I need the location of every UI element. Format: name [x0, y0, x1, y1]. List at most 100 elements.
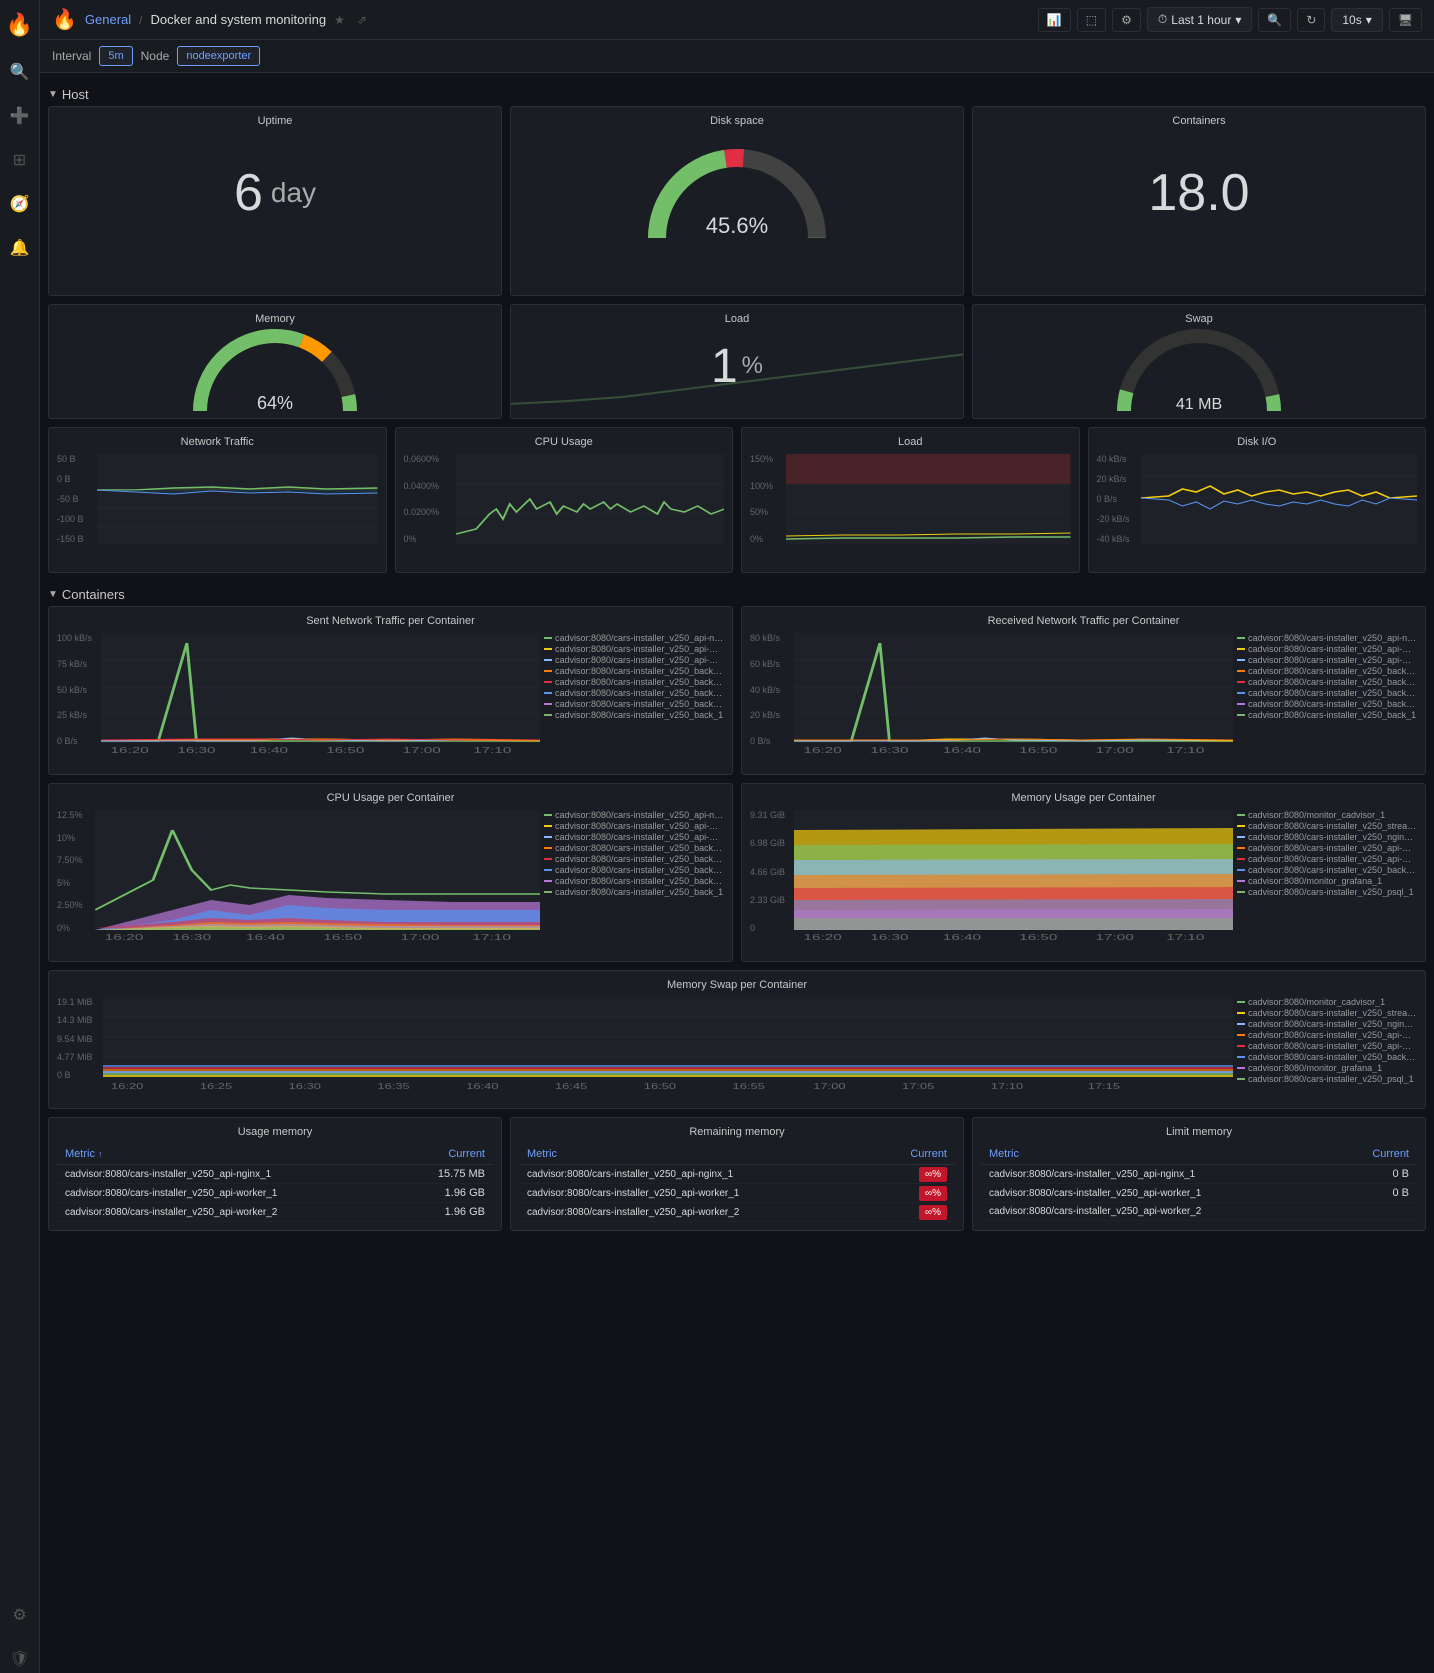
- disk-gauge: 45.6%: [519, 133, 955, 253]
- network-traffic-panel: Network Traffic 50 B 0 B -50 B -100 B -1…: [48, 427, 387, 573]
- remaining-memory-table: Metric Current cadvisor:8080/cars-instal…: [519, 1144, 955, 1222]
- legend-item: cadvisor:8080/cars-installer_v250_back-h…: [1237, 688, 1417, 698]
- memory-swap-chart: 19.1 MiB 14.3 MiB 9.54 MiB 4.77 MiB 0 B: [57, 997, 1417, 1100]
- legend-item: cadvisor:8080/cars-installer_v250_api-wo…: [544, 655, 724, 665]
- received-network-legend: cadvisor:8080/cars-installer_v250_api-ng…: [1237, 633, 1417, 766]
- charts-row: Network Traffic 50 B 0 B -50 B -100 B -1…: [48, 427, 1426, 573]
- node-btn[interactable]: nodeexporter: [177, 46, 260, 66]
- load-chart-svg: [786, 454, 1071, 544]
- refresh-interval[interactable]: 10s ▾: [1331, 8, 1382, 32]
- svg-text:17:00: 17:00: [403, 746, 441, 755]
- metric-cell: cadvisor:8080/cars-installer_v250_api-wo…: [981, 1203, 1335, 1221]
- usage-memory-label: Usage memory: [57, 1126, 493, 1138]
- svg-text:17:10: 17:10: [472, 933, 511, 942]
- share-icon[interactable]: ⇗: [357, 13, 367, 27]
- current-cell: 15.75 MB: [399, 1165, 493, 1184]
- tables-row: Usage memory Metric ↑ Current cadvisor:8…: [48, 1117, 1426, 1231]
- usage-memory-table: Metric ↑ Current cadvisor:8080/cars-inst…: [57, 1144, 493, 1222]
- svg-text:16:40: 16:40: [943, 933, 981, 942]
- legend-item: cadvisor:8080/cars-installer_v250_psql_1: [1237, 1074, 1417, 1084]
- current-cell: ∞%: [873, 1184, 955, 1203]
- svg-text:16:35: 16:35: [377, 1082, 409, 1091]
- table-row: cadvisor:8080/cars-installer_v250_api-wo…: [519, 1184, 955, 1203]
- zoom-out-btn[interactable]: 🔍: [1258, 8, 1291, 32]
- remaining-current-header: Current: [873, 1144, 955, 1165]
- svg-text:17:10: 17:10: [1166, 933, 1204, 942]
- disk-io-panel: Disk I/O 40 kB/s 20 kB/s 0 B/s -20 kB/s …: [1088, 427, 1427, 573]
- bell-icon[interactable]: 🔔: [6, 234, 34, 262]
- legend-item: cadvisor:8080/cars-installer_v250_back-d…: [544, 677, 724, 687]
- network-chart: [97, 454, 378, 544]
- svg-text:17:10: 17:10: [1166, 746, 1204, 755]
- refresh-btn[interactable]: ↻: [1297, 8, 1325, 32]
- topbar-logo: 🔥: [52, 7, 77, 32]
- svg-text:17:05: 17:05: [902, 1082, 934, 1091]
- gear-icon[interactable]: ⚙: [8, 1601, 30, 1629]
- legend-item: cadvisor:8080/cars-installer_v250_stream…: [1237, 1008, 1417, 1018]
- interval-btn[interactable]: 5m: [99, 46, 132, 66]
- legend-item: cadvisor:8080/cars-installer_v250_back-h…: [544, 865, 724, 875]
- table-row: cadvisor:8080/cars-installer_v250_api-ng…: [981, 1165, 1417, 1184]
- legend-item: cadvisor:8080/monitor_cadvisor_1: [1237, 810, 1417, 820]
- limit-metric-header: Metric: [981, 1144, 1335, 1165]
- time-range-picker[interactable]: ⏱ Last 1 hour ▾: [1147, 7, 1252, 32]
- legend-item: cadvisor:8080/cars-installer_v250_stream…: [1237, 821, 1417, 831]
- containers-count-panel: Containers 18.0: [972, 106, 1426, 296]
- usage-memory-table-panel: Usage memory Metric ↑ Current cadvisor:8…: [48, 1117, 502, 1231]
- compass-icon[interactable]: 🧭: [6, 190, 34, 218]
- load-chart-title: Load: [750, 436, 1071, 448]
- legend-item: cadvisor:8080/cars-installer_v250_back-a…: [544, 666, 724, 676]
- legend-item: cadvisor:8080/cars-installer_v250_api-wo…: [1237, 843, 1417, 853]
- svg-text:16:40: 16:40: [250, 746, 288, 755]
- limit-memory-table-panel: Limit memory Metric Current cadvisor:808…: [972, 1117, 1426, 1231]
- memory-per-container-legend: cadvisor:8080/monitor_cadvisor_1cadvisor…: [1237, 810, 1417, 953]
- table-icon-btn[interactable]: ⬚: [1077, 8, 1106, 32]
- breadcrumb-general[interactable]: General: [85, 12, 131, 27]
- current-cell: ∞%: [873, 1165, 955, 1184]
- host-section-title: Host: [62, 87, 89, 102]
- search-icon[interactable]: 🔍: [6, 58, 34, 86]
- settings-icon-btn[interactable]: ⚙: [1112, 8, 1141, 32]
- sent-network-chart-area: 100 kB/s 75 kB/s 50 kB/s 25 kB/s 0 B/s: [57, 633, 724, 766]
- svg-text:17:00: 17:00: [1096, 746, 1134, 755]
- current-cell: [1335, 1203, 1417, 1221]
- host-collapse-arrow[interactable]: ▼: [48, 89, 58, 100]
- disk-gauge-svg: 45.6%: [637, 128, 837, 258]
- metric-cell: cadvisor:8080/cars-installer_v250_api-wo…: [519, 1184, 873, 1203]
- current-cell: 1.96 GB: [399, 1203, 493, 1222]
- grid-icon[interactable]: ⊞: [9, 146, 30, 174]
- swap-gauge-svg: 41 MB: [1109, 321, 1289, 421]
- star-icon[interactable]: ★: [334, 13, 345, 27]
- cpu-per-container-svg: 16:20 16:30 16:40 16:50 17:00 17:10: [95, 810, 540, 950]
- toolbar: Interval 5m Node nodeexporter: [40, 40, 1434, 73]
- cpu-memory-row: CPU Usage per Container 12.5% 10% 7.50% …: [48, 783, 1426, 962]
- host-row-1: Uptime 6 day Disk space: [48, 106, 1426, 296]
- svg-text:16:20: 16:20: [105, 933, 144, 942]
- chart-icon-btn[interactable]: 📊: [1038, 8, 1071, 32]
- remaining-memory-label: Remaining memory: [519, 1126, 955, 1138]
- svg-text:16:50: 16:50: [1019, 746, 1057, 755]
- legend-item: cadvisor:8080/cars-installer_v250_back_1: [1237, 710, 1417, 720]
- metric-cell: cadvisor:8080/cars-installer_v250_api-wo…: [519, 1203, 873, 1222]
- shield-icon[interactable]: 🛡: [5, 1645, 33, 1673]
- limit-current-header: Current: [1335, 1144, 1417, 1165]
- legend-item: cadvisor:8080/cars-installer_v250_back-s…: [544, 699, 724, 709]
- table-row: cadvisor:8080/cars-installer_v250_api-wo…: [519, 1203, 955, 1222]
- containers-collapse-arrow[interactable]: ▼: [48, 589, 58, 600]
- svg-text:16:50: 16:50: [323, 933, 362, 942]
- monitor-icon-btn[interactable]: 🖥: [1389, 8, 1422, 32]
- plus-icon[interactable]: ➕: [6, 102, 34, 130]
- legend-item: cadvisor:8080/cars-installer_v250_back-h…: [1237, 865, 1417, 875]
- memory-swap-panel: Memory Swap per Container 19.1 MiB 14.3 …: [48, 970, 1426, 1109]
- legend-item: cadvisor:8080/cars-installer_v250_api-wo…: [1237, 1030, 1417, 1040]
- svg-text:16:20: 16:20: [804, 933, 842, 942]
- sidebar: 🔥 🔍 ➕ ⊞ 🧭 🔔 ⚙ 🛡: [0, 0, 40, 1673]
- svg-text:16:40: 16:40: [246, 933, 285, 942]
- uptime-unit: day: [271, 177, 316, 209]
- disk-io-chart: [1141, 454, 1418, 544]
- memory-gauge-svg: 64%: [185, 321, 365, 421]
- status-badge: ∞%: [919, 1186, 947, 1201]
- memory-swap-title: Memory Swap per Container: [57, 979, 1417, 991]
- load-chart-panel: Load 150% 100% 50% 0%: [741, 427, 1080, 573]
- containers-section-header: ▼ Containers: [48, 581, 1426, 606]
